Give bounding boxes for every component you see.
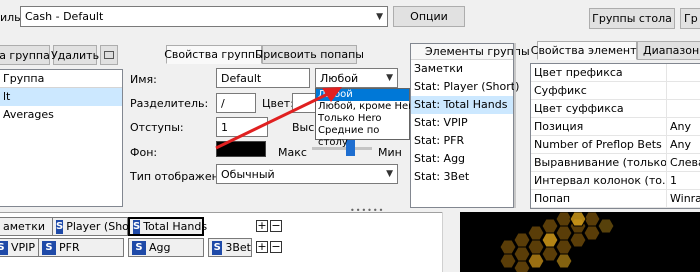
stat-icon: S [0, 240, 8, 255]
min-label: Мин [378, 146, 402, 159]
background-label: Фон: [130, 146, 158, 159]
separator-label: Разделитель: [130, 97, 209, 110]
group-elements-list: Элементы группы Заметки Stat: Player (Sh… [410, 43, 530, 208]
profile-select-value: Cash - Default [25, 10, 104, 23]
add-group-button[interactable]: а группа [0, 45, 50, 65]
stat-icon: S [42, 240, 56, 255]
groups-cut-button[interactable]: Гр [680, 8, 700, 29]
element-item[interactable]: Stat: Player (Short) [411, 78, 519, 96]
group-list-item[interactable]: Averages [0, 106, 122, 124]
stat-icon: S [132, 240, 146, 255]
name-label: Имя: [130, 73, 157, 86]
display-type-select[interactable]: Обычный ▼ [216, 164, 398, 184]
hud-element-3bet[interactable]: S 3Bet [208, 238, 252, 257]
splitter[interactable] [514, 43, 516, 208]
property-row[interactable]: Цвет префикса [531, 64, 700, 82]
plus-icon[interactable]: + [256, 220, 268, 232]
stat-icon: S [212, 240, 223, 255]
element-item[interactable]: Stat: VPIP [411, 114, 513, 132]
hud-element-agg[interactable]: S Agg [128, 238, 204, 257]
profile-select[interactable]: Cash - Default ▼ [20, 6, 388, 27]
property-row[interactable]: Выравнивание (толькоСлева [531, 154, 700, 172]
copy-button[interactable] [100, 45, 118, 65]
hud-element-total-hands[interactable]: S Total Hands [128, 217, 207, 236]
chevron-down-icon: ▼ [386, 169, 393, 179]
stat-icon: S [133, 219, 141, 234]
padding-label: Отступы: [130, 121, 184, 134]
property-row[interactable]: Number of Preflop Bets Any [531, 136, 700, 154]
stat-icon: S [56, 219, 64, 234]
element-item[interactable]: Stat: Total Hands [411, 96, 513, 114]
property-row[interactable]: Интервал колонок (то. 1 [531, 172, 700, 190]
hud-element-pfr[interactable]: S PFR [38, 238, 124, 257]
options-button[interactable]: Опции [393, 6, 465, 27]
tab-element-properties[interactable]: Свойства элемента [531, 41, 643, 60]
chevron-down-icon: ▼ [376, 11, 383, 22]
hud-element-player[interactable]: S Player (Shor... [52, 217, 143, 236]
element-item[interactable]: Stat: PFR [411, 132, 513, 150]
minus-icon[interactable]: − [270, 241, 282, 253]
honeycomb-image [499, 212, 615, 272]
element-item[interactable]: Stat: Agg [411, 150, 513, 168]
minus-icon[interactable]: − [270, 220, 282, 232]
preview-scrollbar[interactable] [442, 212, 460, 272]
annotation-arrow [215, 87, 342, 150]
display-type-value: Обычный [221, 167, 275, 181]
group-list-item[interactable]: lt [0, 88, 122, 106]
property-row[interactable]: Суффикс [531, 82, 700, 100]
table-groups-button[interactable]: Группы стола [589, 8, 675, 29]
tab-group-properties[interactable]: Свойства группы [164, 45, 264, 64]
chevron-down-icon: ▼ [386, 73, 393, 83]
element-properties-grid: Цвет префикса Суффикс Цвет суффикса Пози… [530, 63, 700, 209]
group-list-header: Группа [0, 70, 122, 88]
table-thumbnail [460, 212, 700, 272]
plus-icon[interactable]: + [256, 241, 268, 253]
copy-icon [104, 51, 114, 59]
property-row[interactable]: Цвет суффикса [531, 100, 700, 118]
tab-ranges[interactable]: Диапазоны [637, 41, 700, 60]
property-row[interactable]: ПопапWinrate [531, 190, 700, 208]
delete-group-button[interactable]: Удалить [51, 45, 99, 65]
property-row[interactable]: Позиция Any [531, 118, 700, 136]
element-item[interactable]: Заметки [411, 60, 513, 78]
group-list: Группа lt Averages [0, 69, 123, 207]
tab-assign-popups[interactable]: Присвоить попапы [255, 45, 364, 64]
elements-list-header: Элементы группы [411, 44, 530, 60]
element-item[interactable]: Stat: 3Bet [411, 168, 513, 186]
